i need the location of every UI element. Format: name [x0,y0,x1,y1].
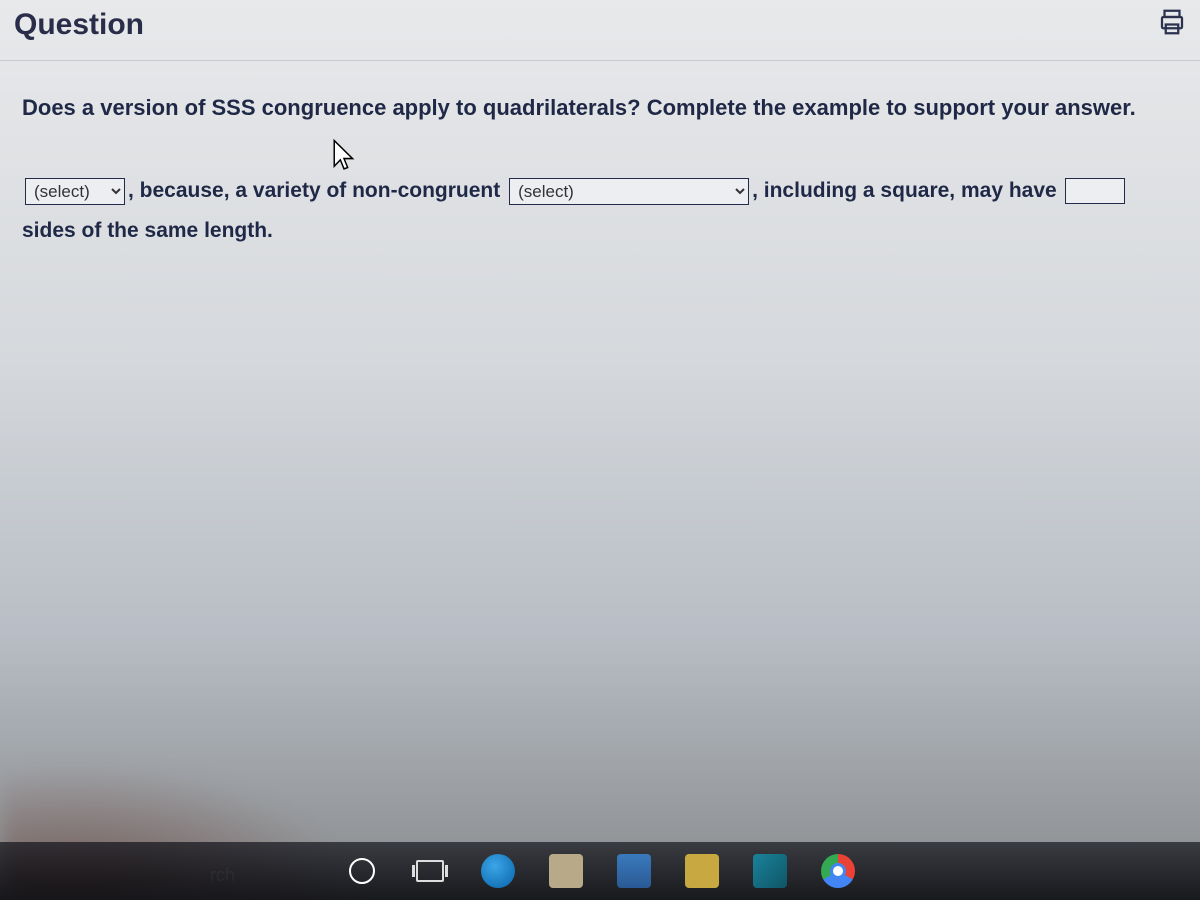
text-segment-2: , including a square, may have [752,179,1062,202]
question-body: Does a version of SSS congruence apply t… [0,61,1200,250]
chrome-icon[interactable] [818,851,858,891]
question-title: Question [14,8,144,41]
store-icon[interactable] [614,851,654,891]
file-explorer-icon[interactable] [546,851,586,891]
app-icon[interactable] [682,851,722,891]
answer-sentence: (select) , because, a variety of non-con… [22,171,1178,251]
select-1[interactable]: (select) [25,178,125,205]
text-segment-3: sides of the same length. [22,219,273,242]
edge-icon[interactable] [478,851,518,891]
question-panel: Question Does a version of SSS congruenc… [0,0,1200,900]
windows-taskbar [0,842,1200,900]
number-input[interactable] [1065,178,1125,204]
print-icon[interactable] [1152,2,1192,42]
text-segment-1: , because, a variety of non-congruent [128,179,506,202]
task-view-icon[interactable] [410,851,450,891]
photos-icon[interactable] [750,851,790,891]
cortana-icon[interactable] [342,851,382,891]
question-header: Question [0,0,1200,61]
question-prompt: Does a version of SSS congruence apply t… [22,93,1178,123]
select-2[interactable]: (select) [509,178,749,205]
